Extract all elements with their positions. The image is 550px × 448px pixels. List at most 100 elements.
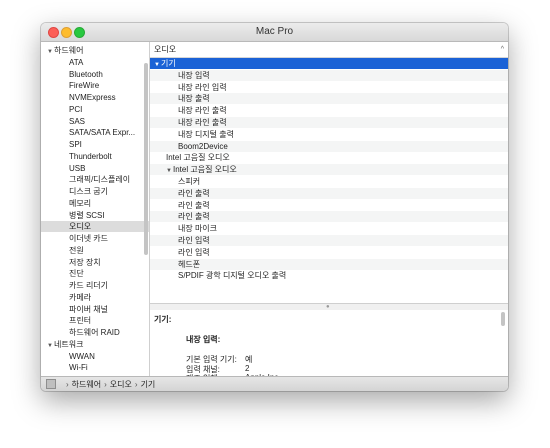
sidebar-item[interactable]: SPI	[41, 139, 149, 150]
tree-row-label: 내장 라인 출력	[178, 106, 227, 116]
tree-row[interactable]: 라인 출력	[150, 200, 508, 211]
disclosure-triangle-icon[interactable]: ▼	[47, 47, 54, 56]
tree-row-label: 라인 입력	[178, 236, 210, 245]
sidebar-item[interactable]: 카드 리더기	[41, 280, 149, 291]
tree-row[interactable]: 라인 입력	[150, 235, 508, 246]
sidebar-item[interactable]: Thunderbolt	[41, 151, 149, 162]
disclosure-triangle-icon[interactable]: ▼	[47, 341, 54, 350]
sidebar-item-label: 디스크 굽기	[69, 187, 109, 196]
detail-subheading: 내장 입력:	[186, 335, 221, 344]
tree-row[interactable]: 내장 라인 입력	[150, 82, 508, 93]
tree-row-label: 스피커	[178, 177, 201, 186]
sidebar-item[interactable]: PCI	[41, 104, 149, 115]
tree-row[interactable]: Boom2Device	[150, 140, 508, 152]
tree-row[interactable]: 내장 라인 출력	[150, 117, 508, 128]
tree-row-label: 헤드폰	[178, 259, 201, 269]
tree-row[interactable]: S/PDIF 광학 디지털 오디오 출력	[150, 270, 508, 281]
sidebar-item-label: 파이버 채널	[69, 304, 109, 314]
sidebar-item[interactable]: USB	[41, 163, 149, 174]
tree-row-label: 내장 디지털 출력	[178, 129, 234, 139]
tree-row-label: 라인 출력	[178, 212, 210, 222]
sidebar-item-label: 저장 장치	[69, 257, 101, 267]
sidebar-item[interactable]: 파이버 채널	[41, 304, 149, 315]
sidebar-group[interactable]: ▼네트워크	[41, 339, 149, 350]
tree-row[interactable]: 내장 출력	[150, 93, 508, 105]
detail-scrollbar[interactable]	[501, 312, 505, 326]
tree-row-label: 내장 라인 입력	[178, 82, 227, 92]
tree-row[interactable]: 내장 디지털 출력	[150, 129, 508, 140]
device-tree: ▼기기 내장 입력 내장 라인 입력 내장 출력 내장 라인 출력 내장 라인 출력 내장 …	[150, 58, 508, 302]
sidebar-item[interactable]: WWAN	[41, 351, 149, 362]
column-header-label: 오디오	[154, 45, 177, 54]
breadcrumb-item[interactable]: 오디오	[110, 380, 132, 389]
sidebar-item-label: ATA	[69, 57, 84, 67]
sidebar-item[interactable]: FireWire	[41, 80, 149, 91]
tree-row[interactable]: ▼Intel 고음질 오디오	[150, 164, 508, 176]
sidebar-item[interactable]: 디스크 굽기	[41, 186, 149, 197]
tree-row[interactable]: 내장 마이크	[150, 223, 508, 234]
sidebar-item[interactable]: ATA	[41, 57, 149, 68]
breadcrumb-item[interactable]: 기기	[141, 380, 156, 389]
sidebar-item[interactable]: 병렬 SCSI	[41, 210, 149, 221]
tree-row[interactable]: 라인 입력	[150, 247, 508, 258]
tree-row[interactable]: ▼기기	[150, 58, 508, 69]
sidebar: ▼하드웨어 ATA Bluetooth FireWire NVMExpress PCI SA…	[41, 42, 150, 376]
sidebar-item-label: 이더넷 카드	[69, 234, 109, 243]
sidebar-item-label: 그래픽/디스플레이	[69, 175, 131, 185]
title-bar[interactable]: Mac Pro	[41, 23, 508, 42]
sidebar-item[interactable]: 진단	[41, 268, 149, 279]
app-window: Mac Pro ▼하드웨어 ATA Bluetooth FireWire NVMExpr…	[41, 23, 508, 391]
breadcrumb: › 하드웨어 › 오디오 › 기기	[63, 377, 155, 391]
sidebar-item[interactable]: 카메라	[41, 292, 149, 303]
sidebar-item-label: WWAN	[69, 351, 95, 361]
chevron-up-icon: ^	[500, 46, 504, 53]
sidebar-item[interactable]: 이더넷 카드	[41, 233, 149, 244]
tree-row-label: Boom2Device	[178, 141, 228, 151]
sidebar-item[interactable]: 그래픽/디스플레이	[41, 174, 149, 185]
property-value: 2	[245, 363, 250, 373]
sidebar-item[interactable]: SATA/SATA Expr...	[41, 127, 149, 138]
sidebar-scrollbar[interactable]	[144, 63, 148, 255]
sidebar-item-label: SATA/SATA Expr...	[69, 128, 136, 138]
breadcrumb-item[interactable]: 하드웨어	[72, 380, 101, 389]
sidebar-item-label: Wi-Fi	[69, 363, 88, 373]
detail-heading: 기기:	[154, 315, 172, 324]
sidebar-item-label: 하드웨어	[54, 46, 84, 55]
tree-row[interactable]: 내장 입력	[150, 69, 508, 81]
sidebar-group[interactable]: ▼하드웨어	[41, 45, 149, 56]
tree-row-label: 내장 마이크	[178, 224, 218, 234]
tree-row[interactable]: 라인 출력	[150, 211, 508, 223]
tree-row-label: 내장 입력	[178, 70, 210, 80]
sidebar-item[interactable]: 하드웨어 RAID	[41, 327, 149, 338]
breadcrumb-separator-icon: ›	[134, 380, 138, 389]
sidebar-item[interactable]: NVMExpress	[41, 92, 149, 103]
breadcrumb-separator-icon: ›	[104, 380, 107, 389]
tree-row-label: 라인 출력	[178, 200, 210, 210]
sidebar-item[interactable]: SAS	[41, 116, 149, 127]
tree-row[interactable]: 헤드폰	[150, 258, 508, 270]
sidebar-item[interactable]: Bluetooth	[41, 69, 149, 80]
tree-row[interactable]: 라인 출력	[150, 187, 508, 199]
tree-row-label: S/PDIF 광학 디지털 오디오 출력	[178, 271, 287, 281]
sidebar-item[interactable]: 저장 장치	[41, 257, 149, 268]
sidebar-item[interactable]: 오디오	[41, 221, 149, 233]
sidebar-item[interactable]: 메모리	[41, 198, 149, 209]
content-pane: 오디오 ^ ▼기기 내장 입력 내장 라인 입력 내장 출력 내장 라인 출력 내장 라인…	[150, 42, 508, 376]
tree-row-label: 기기	[161, 59, 176, 68]
tree-row-label: Intel 고음질 오디오	[173, 165, 237, 175]
sidebar-item-label: 프린터	[69, 316, 92, 326]
sidebar-item[interactable]: 프린터	[41, 315, 149, 326]
sidebar-item-label: Thunderbolt	[69, 151, 112, 161]
sidebar-item-label: 카드 리더기	[69, 281, 109, 290]
sidebar-item[interactable]: Wi-Fi	[41, 362, 149, 373]
tree-row[interactable]: Intel 고음질 오디오	[150, 152, 508, 163]
computer-icon	[46, 379, 56, 389]
detail-pane: 기기: 내장 입력: 기본 입력 기기:예입력 채널:2제조 업체:Apple …	[150, 310, 508, 376]
tree-row[interactable]: 내장 라인 출력	[150, 105, 508, 116]
column-header[interactable]: 오디오 ^	[150, 42, 508, 58]
tree-row[interactable]: 스피커	[150, 176, 508, 187]
sidebar-item[interactable]: 전원	[41, 245, 149, 256]
window-title: Mac Pro	[255, 26, 294, 37]
sidebar-item-label: SAS	[69, 116, 86, 126]
sidebar-item-label: 병렬 SCSI	[69, 210, 105, 220]
